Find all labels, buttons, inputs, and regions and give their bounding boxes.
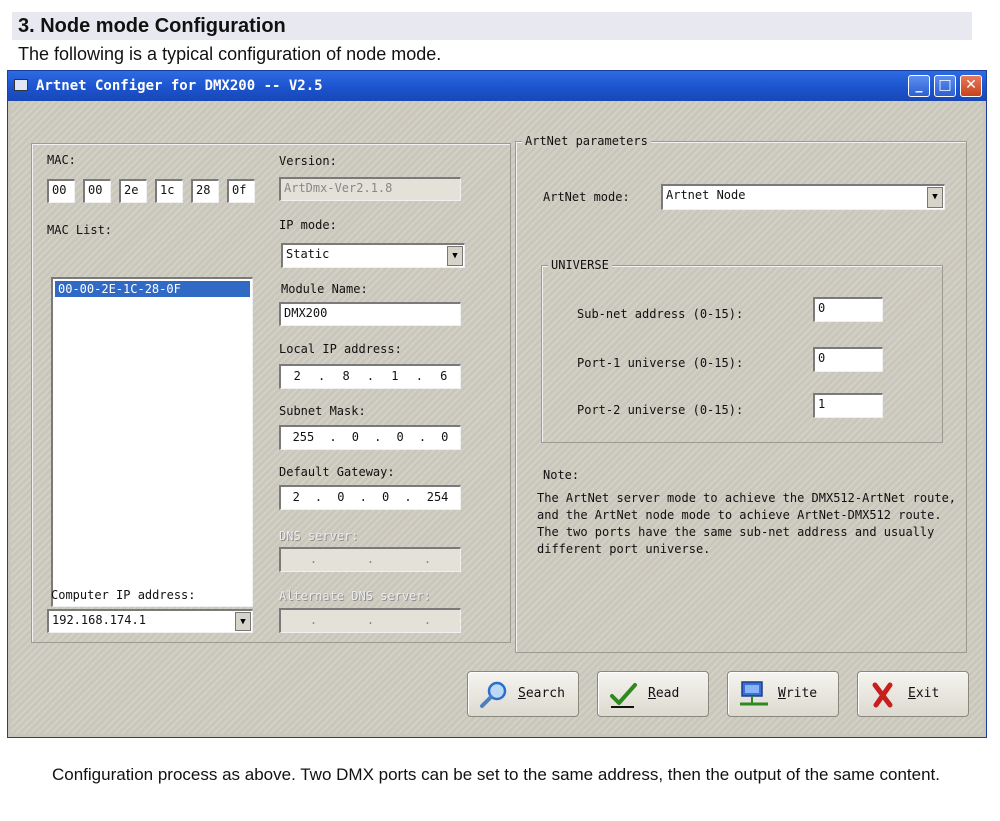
chevron-down-icon[interactable]: ▼	[447, 246, 463, 266]
port2-universe-input[interactable]: 1	[813, 393, 883, 418]
maximize-button[interactable]: □	[934, 75, 956, 97]
subnet-address-input[interactable]: 0	[813, 297, 883, 322]
mac-label: MAC:	[47, 153, 76, 167]
window-title: Artnet Configer for DMX200 -- V2.5	[36, 78, 323, 94]
ip-octet[interactable]: 6	[440, 369, 447, 385]
ip-octet[interactable]: 0	[382, 490, 389, 506]
subnet-mask-input[interactable]: 255. 0. 0. 0	[279, 425, 461, 450]
write-button[interactable]: Write	[727, 671, 839, 717]
ip-mode-value: Static	[286, 247, 330, 261]
port2-universe-label: Port-2 universe (0-15):	[577, 403, 744, 417]
artnet-configer-window: Artnet Configer for DMX200 -- V2.5 _ □ ✕…	[7, 70, 987, 738]
ip-dot: .	[423, 613, 432, 627]
mac-list-label: MAC List:	[47, 223, 113, 237]
ip-octet[interactable]: 254	[427, 490, 449, 506]
mac-list[interactable]: 00-00-2E-1C-28-0F	[51, 277, 253, 607]
app-icon	[14, 79, 28, 91]
checkmark-icon	[610, 683, 637, 708]
artnet-parameters-label: ArtNet parameters	[522, 134, 651, 148]
mac-list-item[interactable]: 00-00-2E-1C-28-0F	[55, 281, 250, 297]
ip-dot: .	[423, 552, 432, 566]
search-button-label: Search	[518, 686, 565, 701]
footer-text: Configuration process as above. Two DMX …	[52, 765, 940, 784]
magnifier-icon	[480, 681, 507, 708]
module-name-label: Module Name:	[281, 282, 368, 296]
exit-button[interactable]: Exit	[857, 671, 969, 717]
note-text: The ArtNet server mode to achieve the DM…	[537, 491, 957, 556]
ip-octet[interactable]: 1	[391, 369, 398, 385]
minimize-button[interactable]: _	[908, 75, 930, 97]
chevron-down-icon[interactable]: ▼	[235, 612, 251, 631]
subnet-address-label: Sub-net address (0-15):	[577, 307, 744, 321]
ip-octet[interactable]: 0	[337, 490, 344, 506]
ip-dot: .	[374, 430, 382, 444]
artnet-mode-label: ArtNet mode:	[543, 190, 630, 204]
artnet-mode-select[interactable]: Artnet Node ▼	[661, 184, 945, 210]
ip-dot: .	[366, 552, 375, 566]
local-ip-input[interactable]: 2. 8. 1. 6	[279, 364, 461, 389]
ip-dot: .	[359, 490, 367, 504]
ip-dot: .	[415, 369, 423, 383]
port1-universe-label: Port-1 universe (0-15):	[577, 356, 744, 370]
ip-dot: .	[404, 490, 412, 504]
network-computer-icon	[740, 681, 768, 706]
subnet-mask-label: Subnet Mask:	[279, 404, 366, 418]
ip-octet[interactable]: 255	[293, 430, 315, 446]
window-client-area: MAC: 00 00 2e 1c 28 0f MAC List: 00-00-2…	[11, 101, 983, 734]
alternate-dns-label: Alternate DNS server:	[279, 589, 431, 603]
ip-octet[interactable]: 2	[293, 490, 300, 506]
ip-dot: .	[418, 430, 427, 444]
ip-octet[interactable]: 0	[352, 430, 359, 446]
note-label: Note:	[543, 468, 580, 482]
write-button-label: Write	[778, 686, 818, 701]
alternate-dns-input: . . .	[279, 608, 461, 633]
section-heading: 3. Node mode Configuration	[12, 12, 972, 40]
ip-octet[interactable]: 0	[441, 430, 448, 446]
ip-octet[interactable]: 8	[342, 369, 349, 385]
exit-button-label: Exit	[908, 686, 940, 701]
mac-octet-4-input[interactable]: 1c	[155, 179, 183, 203]
ip-dot: .	[314, 490, 323, 504]
local-ip-label: Local IP address:	[279, 342, 402, 356]
dns-server-label: DNS server:	[279, 529, 359, 543]
mac-octet-5-input[interactable]: 28	[191, 179, 219, 203]
intro-text: The following is a typical configuration…	[18, 44, 442, 64]
ip-dot: .	[329, 430, 337, 444]
ip-octet[interactable]: 0	[396, 430, 403, 446]
ip-octet[interactable]: 2	[294, 369, 301, 385]
mac-octet-2-input[interactable]: 00	[83, 179, 111, 203]
chevron-down-icon[interactable]: ▼	[927, 187, 943, 208]
search-button[interactable]: Search	[467, 671, 579, 717]
mac-octet-3-input[interactable]: 2e	[119, 179, 147, 203]
computer-ip-value: 192.168.174.1	[52, 613, 146, 627]
ip-dot: .	[366, 369, 375, 383]
ip-dot: .	[309, 552, 318, 566]
module-name-input[interactable]: DMX200	[279, 302, 461, 326]
ip-dot: .	[366, 613, 375, 627]
version-field: ArtDmx-Ver2.1.8	[279, 177, 461, 201]
title-bar[interactable]: Artnet Configer for DMX200 -- V2.5 _ □ ✕	[8, 71, 986, 101]
ip-dot: .	[318, 369, 326, 383]
gateway-label: Default Gateway:	[279, 465, 395, 479]
artnet-mode-value: Artnet Node	[666, 188, 746, 202]
read-button[interactable]: Read	[597, 671, 709, 717]
ip-mode-select[interactable]: Static ▼	[281, 243, 465, 268]
mac-octet-1-input[interactable]: 00	[47, 179, 75, 203]
red-x-icon	[872, 682, 893, 708]
ip-dot: .	[309, 613, 318, 627]
computer-ip-label: Computer IP address:	[51, 588, 196, 602]
computer-ip-select[interactable]: 192.168.174.1 ▼	[47, 609, 253, 633]
dns-server-input: . . .	[279, 547, 461, 572]
ip-mode-label: IP mode:	[279, 218, 337, 232]
universe-label: UNIVERSE	[548, 258, 612, 272]
read-button-label: Read	[648, 686, 680, 701]
gateway-input[interactable]: 2. 0. 0. 254	[279, 485, 461, 510]
close-button[interactable]: ✕	[960, 75, 982, 97]
mac-octet-6-input[interactable]: 0f	[227, 179, 255, 203]
port1-universe-input[interactable]: 0	[813, 347, 883, 372]
version-label: Version:	[279, 154, 337, 168]
